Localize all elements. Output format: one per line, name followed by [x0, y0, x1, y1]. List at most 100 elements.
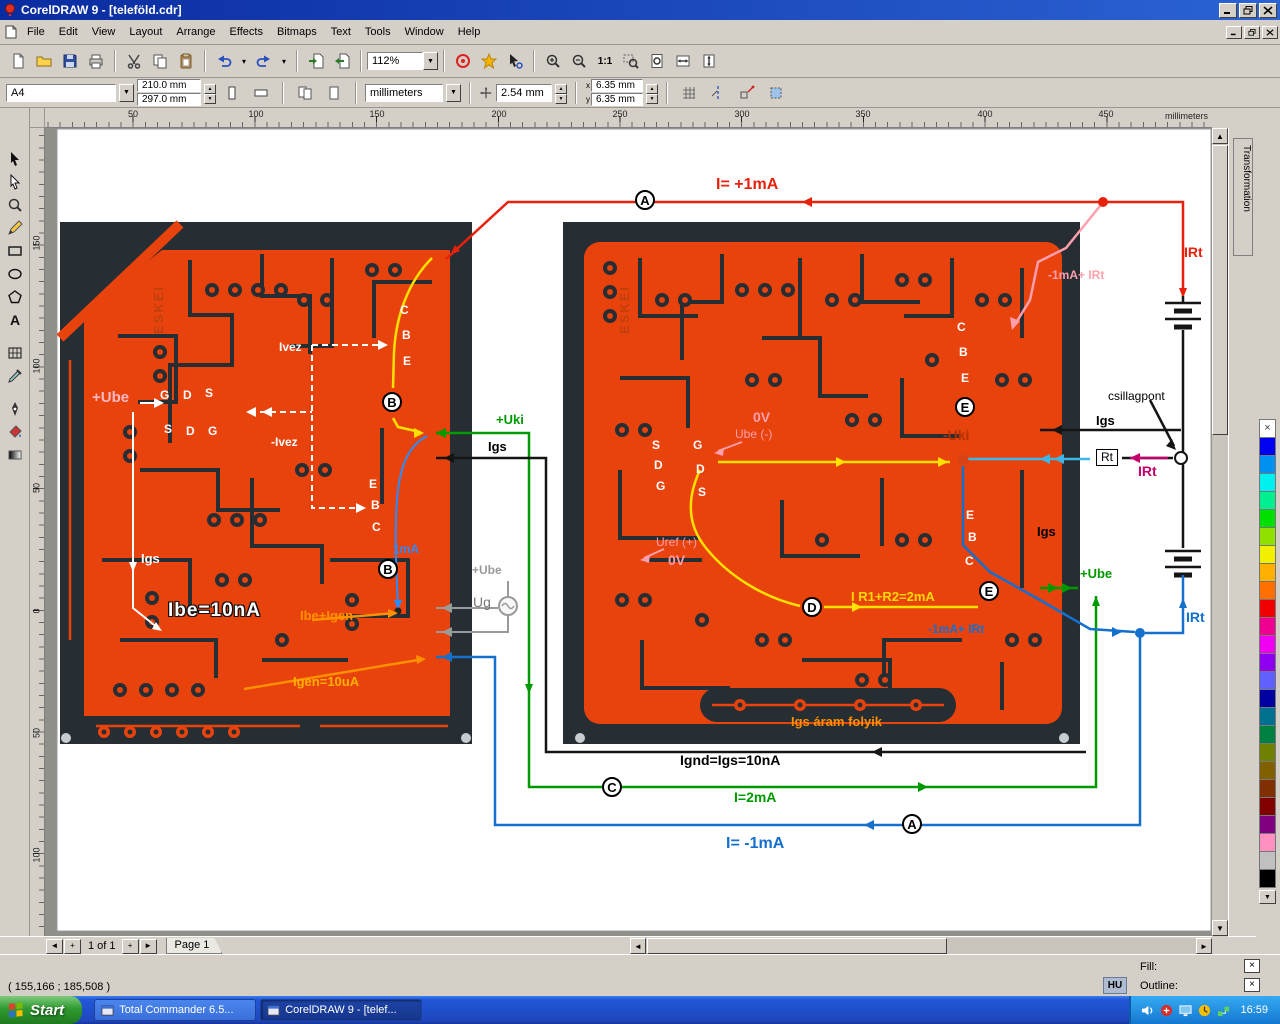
drawing-label[interactable]: D [802, 597, 822, 617]
page-tab[interactable]: Page 1 [166, 938, 223, 954]
duplicate-distance-x-field[interactable]: 6.35 mm [591, 79, 643, 92]
blue-junction-dot[interactable] [1135, 628, 1145, 638]
menu-item[interactable]: Arrange [169, 22, 222, 42]
pick-tool[interactable] [1, 148, 28, 170]
minimize-button[interactable] [1219, 2, 1237, 18]
interactive-fill-tool[interactable] [1, 444, 28, 466]
drawing-label[interactable]: Igen=10uA [293, 675, 359, 689]
eyedropper-tool[interactable] [1, 365, 28, 387]
paste-button[interactable] [174, 50, 198, 72]
taskbar-app-button[interactable]: CorelDRAW 9 - [telef... [260, 999, 423, 1021]
drawing-label[interactable]: G [208, 425, 217, 438]
new-button[interactable] [6, 50, 30, 72]
horizontal-scrollbar[interactable]: ◄ ► [630, 938, 1212, 954]
drawing-label[interactable]: -1mA+ IRt [928, 623, 984, 636]
drawing-label[interactable]: E [403, 355, 411, 368]
vertical-ruler[interactable]: 15010050050100 millimeters [30, 128, 45, 936]
drawing-label[interactable]: IRt [1184, 245, 1203, 260]
drawing-label[interactable]: Ivez [279, 341, 302, 354]
copy-button[interactable] [148, 50, 172, 72]
duplicate-distance-y-field[interactable]: 6.35 mm [591, 93, 643, 106]
drawing-label[interactable]: C [602, 777, 622, 797]
fill-tool[interactable] [1, 421, 28, 443]
undo-dropdown-button[interactable]: ▾ [238, 50, 250, 72]
paper-width-field[interactable]: 210.0 mm [137, 79, 201, 92]
drawing-label[interactable]: E [369, 478, 377, 491]
tray-antivirus-icon[interactable] [1160, 1004, 1173, 1017]
snap-to-objects-button[interactable] [735, 81, 759, 104]
zoom-to-height-button[interactable] [697, 50, 721, 72]
zoom-actual-size-button[interactable]: 1:1 [593, 50, 617, 72]
drawing-label[interactable]: B [968, 531, 977, 544]
application-launcher-button[interactable] [451, 50, 475, 72]
color-swatch[interactable] [1259, 797, 1276, 816]
open-button[interactable] [32, 50, 56, 72]
drawing-label[interactable]: IRt [1138, 464, 1157, 479]
color-swatch[interactable] [1259, 689, 1276, 708]
cut-button[interactable] [122, 50, 146, 72]
mdi-restore-button[interactable] [1244, 25, 1260, 39]
red-junction-dot[interactable] [1098, 197, 1108, 207]
drawing-label[interactable]: ESKEI [617, 285, 632, 334]
drawing-label[interactable]: S [698, 486, 706, 499]
horizontal-ruler[interactable]: 50 100 150 200 250 300 350 400 450 millimeters [45, 108, 1212, 128]
star-point-node[interactable] [1174, 451, 1188, 465]
drawing-label[interactable]: C [965, 555, 974, 568]
text-tool[interactable]: A [1, 309, 28, 331]
menu-item[interactable]: Edit [52, 22, 85, 42]
drawing-label[interactable]: Ibe=10nA [168, 601, 261, 621]
mdi-minimize-button[interactable] [1226, 25, 1242, 39]
color-swatch[interactable] [1259, 833, 1276, 852]
zoom-level-field[interactable]: 112% [367, 52, 423, 70]
drawing-label[interactable]: 0V [753, 410, 770, 425]
drawing-label[interactable]: D [696, 463, 705, 476]
drawing-label[interactable]: G [656, 480, 665, 493]
undo-button[interactable] [212, 50, 236, 72]
drawing-label[interactable]: A [902, 814, 922, 834]
drawing-label[interactable]: ESKEI [151, 285, 166, 334]
color-swatch[interactable] [1259, 761, 1276, 780]
portrait-button[interactable] [220, 81, 244, 104]
graph-paper-tool[interactable] [1, 342, 28, 364]
drawing-label[interactable]: B [378, 559, 398, 579]
tray-volume-icon[interactable] [1141, 1004, 1154, 1017]
clock[interactable]: 16:59 [1240, 1004, 1268, 1016]
print-button[interactable] [84, 50, 108, 72]
menu-item[interactable]: Help [451, 22, 488, 42]
zoom-out-button[interactable] [567, 50, 591, 72]
duplicate-distance-spinner[interactable]: ▲ ▼ [646, 83, 658, 104]
import-button[interactable] [304, 50, 328, 72]
redo-button[interactable] [252, 50, 276, 72]
tray-network-icon[interactable] [1217, 1004, 1230, 1017]
zoom-to-selected-button[interactable] [619, 50, 643, 72]
color-swatch[interactable] [1259, 545, 1276, 564]
taskbar-app-button[interactable]: Total Commander 6.5... [94, 999, 257, 1021]
scroll-down-button[interactable]: ▼ [1212, 920, 1228, 936]
color-swatch[interactable] [1259, 653, 1276, 672]
restore-button[interactable] [1239, 2, 1257, 18]
nudge-spinner[interactable]: ▲ ▼ [555, 83, 567, 104]
vertical-scroll-thumb[interactable] [1212, 145, 1228, 435]
shape-tool[interactable] [1, 171, 28, 193]
horizontal-scroll-thumb[interactable] [647, 938, 947, 954]
menu-item[interactable]: Tools [358, 22, 398, 42]
drawing-label[interactable]: B [382, 392, 402, 412]
drawing-label[interactable]: +Ube [1080, 567, 1112, 581]
tray-display-icon[interactable] [1179, 1004, 1193, 1017]
transformation-docker-tab[interactable]: Transformation [1233, 138, 1253, 256]
paper-size-spinner[interactable]: ▲ ▼ [204, 83, 216, 104]
scroll-up-button[interactable]: ▲ [1212, 128, 1228, 144]
color-swatch[interactable] [1259, 509, 1276, 528]
color-swatch[interactable] [1259, 743, 1276, 762]
drawing-label[interactable]: Igs [488, 440, 507, 454]
color-swatch[interactable] [1259, 779, 1276, 798]
drawing-label[interactable]: -1mA+ IRt [1048, 269, 1104, 282]
add-page-before-button[interactable]: + [64, 938, 81, 954]
paper-height-field[interactable]: 297.0 mm [137, 93, 201, 106]
color-swatch[interactable] [1259, 635, 1276, 654]
drawing-label[interactable]: 1mA [393, 543, 419, 556]
drawing-label[interactable]: +Ube [92, 390, 129, 406]
tray-scheduler-icon[interactable] [1198, 1004, 1211, 1017]
menu-item[interactable]: Window [398, 22, 451, 42]
color-swatch[interactable] [1259, 851, 1276, 870]
